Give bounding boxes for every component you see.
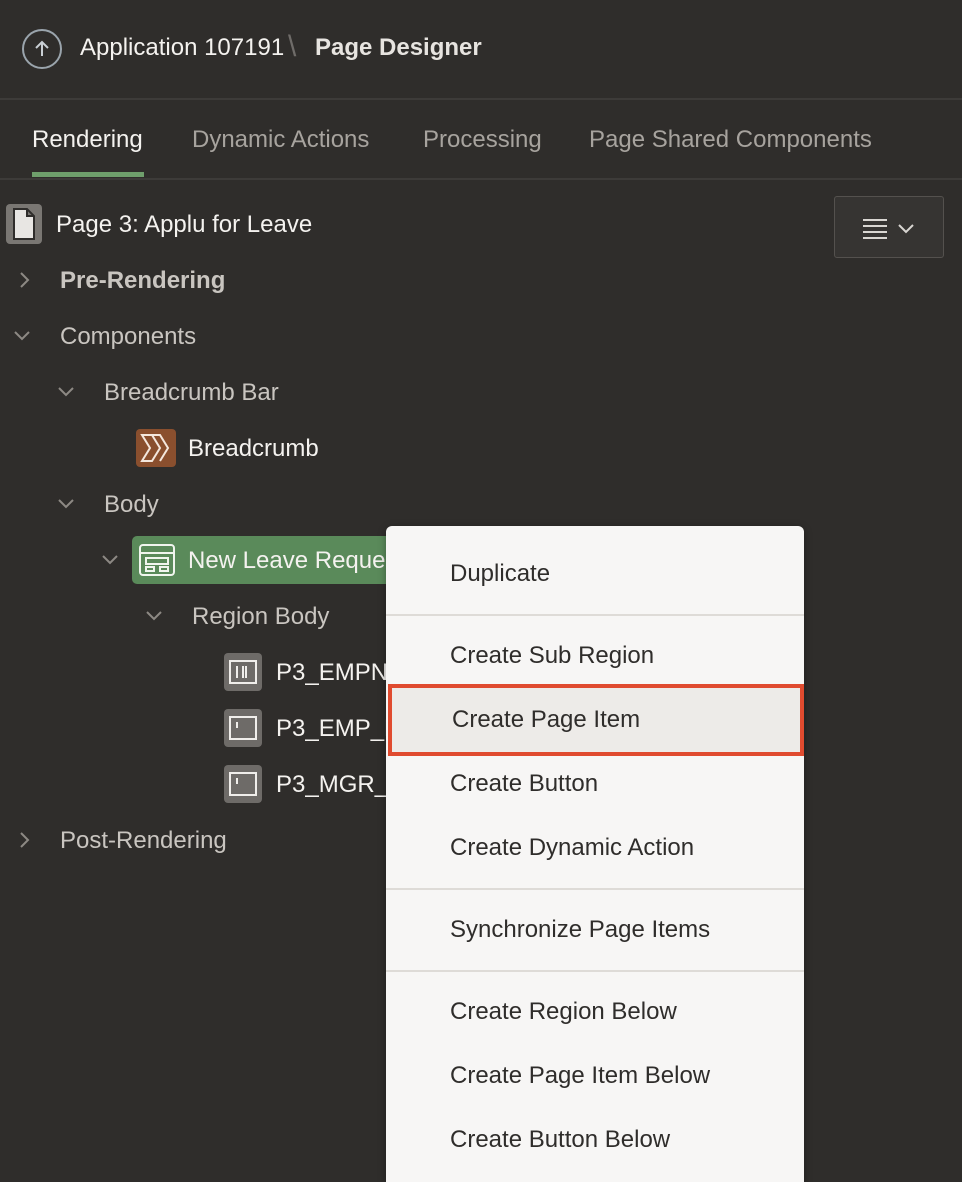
menu-divider [386,970,804,972]
menu-item-create-sub-region[interactable]: Create Sub Region [386,642,804,670]
menu-item-create-dynamic-action[interactable]: Create Dynamic Action [386,834,804,862]
chevron-down-icon[interactable] [12,326,32,346]
region-icon [138,541,176,579]
chevron-right-icon[interactable] [14,270,34,290]
tree-body[interactable]: Body [104,491,159,519]
tree-region-label[interactable]: New Leave Reques [188,547,386,575]
tree-region-body[interactable]: Region Body [192,603,329,631]
tree-post-rendering[interactable]: Post-Rendering [60,827,227,855]
menu-item-synchronize-page-items[interactable]: Synchronize Page Items [386,916,804,944]
tab-rendering[interactable]: Rendering [32,126,143,154]
chevron-down-icon[interactable] [56,494,76,514]
menu-divider [386,614,804,616]
tree-breadcrumb-bar[interactable]: Breadcrumb Bar [104,379,279,407]
tree-breadcrumb[interactable]: Breadcrumb [188,435,319,463]
number-field-icon [224,653,262,691]
breadcrumb-icon [136,429,176,467]
text-field-icon [224,709,262,747]
hamburger-icon [863,219,914,239]
text-field-icon [224,765,262,803]
chevron-down-icon[interactable] [56,382,76,402]
page-icon [6,204,42,244]
up-arrow-icon[interactable] [22,29,62,69]
chevron-down-icon[interactable] [100,550,120,570]
menu-item-create-button-below[interactable]: Create Button Below [386,1126,804,1154]
menu-item-create-button[interactable]: Create Button [386,770,804,798]
chevron-down-icon[interactable] [144,606,164,626]
chevron-right-icon[interactable] [14,830,34,850]
tab-dynamic-actions[interactable]: Dynamic Actions [192,126,369,154]
context-menu: Duplicate Create Sub Region Create Page … [386,526,804,1182]
tree-pre-rendering[interactable]: Pre-Rendering [60,267,225,295]
tree-components[interactable]: Components [60,323,196,351]
page-title: Page Designer [315,34,482,61]
tab-processing[interactable]: Processing [423,126,542,154]
tree-item[interactable]: P3_EMP_N [276,715,386,743]
menu-item-create-page-item-below[interactable]: Create Page Item Below [386,1062,804,1090]
app-header: Application 107191 \ Page Designer [0,0,962,100]
menu-item-duplicate[interactable]: Duplicate [386,560,804,588]
menu-item-create-page-item[interactable]: Create Page Item [388,684,804,756]
active-tab-indicator [32,172,144,177]
tree-menu-button[interactable] [834,196,944,258]
menu-divider [386,888,804,890]
tree-item[interactable]: P3_MGR_N [276,771,386,799]
tree-item[interactable]: P3_EMPNO [276,659,386,687]
tree-page-node[interactable]: Page 3: Applu for Leave [56,211,312,239]
tab-bar: Rendering Dynamic Actions Processing Pag… [0,100,962,180]
menu-item-create-region-below[interactable]: Create Region Below [386,998,804,1026]
tab-page-shared-components[interactable]: Page Shared Components [589,126,872,154]
application-link[interactable]: Application 107191 [80,34,284,62]
breadcrumb-separator: \ [288,30,297,63]
